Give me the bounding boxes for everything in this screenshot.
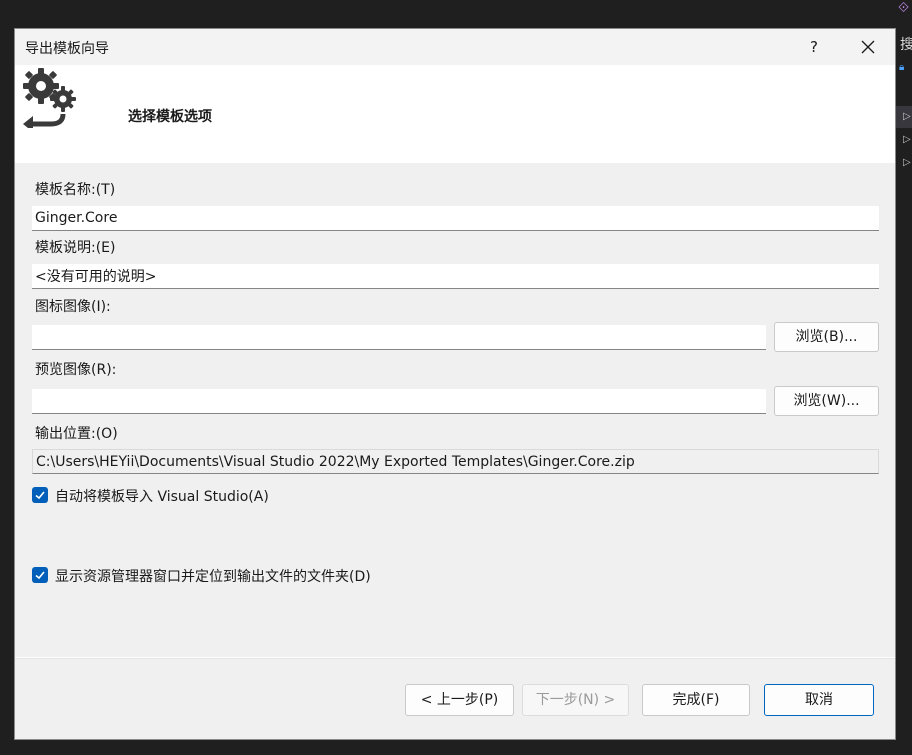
dialog-title: 导出模板向导 (25, 41, 109, 57)
footer-divider-shadow (15, 658, 895, 659)
template-description-field[interactable] (32, 264, 879, 289)
finish-button[interactable]: 完成(F) (642, 684, 750, 716)
checkmark-icon (35, 571, 45, 580)
title-bar[interactable]: 导出模板向导 ? (15, 29, 895, 65)
auto-import-label[interactable]: 自动将模板导入 Visual Studio(A) (55, 486, 269, 506)
gears-export-icon (23, 68, 76, 128)
template-name-label: 模板名称:(T) (35, 182, 116, 198)
preview-image-label: 预览图像(R): (35, 362, 117, 378)
previous-button[interactable]: < 上一步(P) (405, 684, 514, 716)
show-explorer-checkbox[interactable] (32, 567, 48, 583)
next-button[interactable]: 下一步(N) > (522, 684, 629, 716)
visual-studio-icon: ⟐ (898, 0, 910, 16)
cancel-button[interactable]: 取消 (764, 684, 874, 716)
expand-arrow-icon[interactable]: ▷ (903, 157, 911, 168)
template-name-field[interactable] (32, 206, 879, 231)
expand-arrow-icon[interactable]: ▷ (903, 134, 911, 145)
expand-arrow-icon[interactable]: ▷ (903, 111, 911, 122)
icon-image-label: 图标图像(I): (35, 299, 111, 315)
icon-image-field[interactable] (32, 325, 766, 350)
export-template-wizard-dialog: 导出模板向导 ? 选择模板选项 模板名称:(T) Ginger.Core 模板说… (14, 28, 896, 740)
wizard-header: 选择模板选项 (15, 65, 895, 163)
browse-icon-button[interactable]: 浏览(B)... (774, 322, 879, 352)
browse-preview-button[interactable]: 浏览(W)... (774, 386, 879, 416)
show-explorer-label[interactable]: 显示资源管理器窗口并定位到输出文件的文件夹(D) (55, 566, 371, 586)
close-button[interactable] (853, 34, 883, 60)
template-description-label: 模板说明:(E) (35, 240, 116, 256)
output-location-label: 输出位置:(O) (35, 426, 118, 442)
output-location-field[interactable] (32, 449, 879, 474)
page-title: 选择模板选项 (128, 109, 212, 125)
lock-icon: 🔒︎ (899, 62, 905, 73)
close-icon (861, 40, 875, 54)
checkmark-icon (35, 491, 45, 500)
preview-image-field[interactable] (32, 389, 766, 414)
auto-import-checkbox[interactable] (32, 487, 48, 503)
help-button[interactable]: ? (801, 34, 827, 60)
ide-partial-text: 搜 (900, 37, 912, 53)
